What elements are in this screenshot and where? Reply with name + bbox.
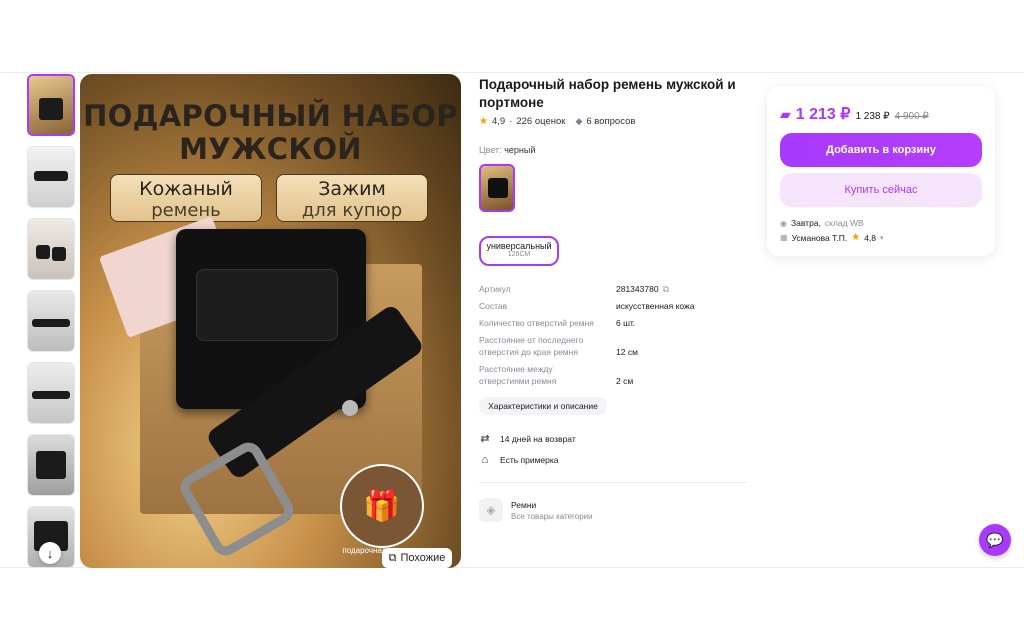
divider <box>479 482 747 483</box>
category-icon: ◈ <box>479 498 503 522</box>
rating-value: 4,9 <box>491 116 506 127</box>
size-option-sub: 126СМ <box>507 251 531 258</box>
chevron-down-icon[interactable]: ▾ <box>880 234 884 242</box>
category-link[interactable]: ◈ Ремни Все товары категории <box>479 498 593 522</box>
article-number: 281343780 <box>616 284 659 294</box>
thumbnail-3[interactable] <box>27 218 75 280</box>
category-name: Ремни <box>511 499 537 510</box>
size-option-label: универсальный <box>486 241 552 251</box>
color-swatch-black[interactable] <box>479 164 515 212</box>
image-badge-clip: Зажим для купюр <box>276 174 428 222</box>
belt-stud <box>342 400 358 416</box>
image-badge-clip-line-2: для купюр <box>301 200 403 221</box>
hanger-icon: ⌂ <box>481 454 489 466</box>
image-headline: ПОДАРОЧНЫЙ НАБОР МУЖСКОЙ <box>80 100 461 166</box>
arrow-down-icon: ↓ <box>46 545 54 561</box>
return-icon: ⇄ <box>480 433 490 445</box>
gift-icon: 🎁 <box>340 464 424 548</box>
seller-rating: 4,8 <box>864 232 877 243</box>
spec-row: Состав искусственная кожа <box>479 300 749 312</box>
thumbnail-strip[interactable] <box>27 74 75 568</box>
return-policy-text: 14 дней на возврат <box>500 433 576 444</box>
spec-row: Расстояние между отверстиями ремня 2 см <box>479 363 749 387</box>
spec-value: искусственная кожа <box>616 301 695 311</box>
similar-label: Похожие <box>400 552 446 564</box>
thumbnail-6[interactable] <box>27 434 75 496</box>
spec-value: 12 см <box>616 347 638 357</box>
spec-key: Расстояние между отверстиями ремня <box>479 364 557 386</box>
spec-row: Расстояние от последнего отверстия до кр… <box>479 334 749 358</box>
specs-table: Артикул 281343780 ⧉ Состав искусственная … <box>479 283 749 392</box>
image-badge-clip-line-1: Зажим <box>318 178 386 200</box>
color-label-value: черный <box>504 145 536 155</box>
current-price: 1 213 ₽ <box>795 106 851 123</box>
image-headline-line-2: МУЖСКОЙ <box>179 132 362 166</box>
spec-row: Количество отверстий ремня 6 шт. <box>479 317 749 329</box>
rating-separator: · <box>509 116 513 127</box>
characteristics-button[interactable]: Характеристики и описание <box>479 397 607 415</box>
spec-key: Артикул <box>479 284 511 294</box>
spec-value: 281343780 ⧉ <box>616 283 669 295</box>
similar-icon: ⧉ <box>388 551 397 564</box>
seller-name[interactable]: Усманова Т.П. <box>792 233 848 243</box>
buy-card: ▰ 1 213 ₽ 1 238 ₽ 4 900 ₽ Добавить в кор… <box>767 86 995 256</box>
spec-value: 2 см <box>616 376 634 386</box>
size-option-universal[interactable]: универсальный 126СМ <box>479 236 559 266</box>
spec-value: 6 шт. <box>616 318 636 328</box>
thumbnail-1[interactable] <box>27 74 75 136</box>
star-icon: ★ <box>479 116 488 127</box>
image-headline-line-1: ПОДАРОЧНЫЙ НАБОР <box>83 99 458 133</box>
color-label-key: Цвет: <box>479 145 502 155</box>
spec-key: Расстояние от последнего отверстия до кр… <box>479 335 584 357</box>
return-policy: ⇄ 14 дней на возврат <box>479 432 576 445</box>
star-icon: ★ <box>851 232 861 243</box>
image-badge-belt-line-1: Кожаный <box>139 178 233 200</box>
spec-row: Артикул 281343780 ⧉ <box>479 283 749 295</box>
fitting-info: ⌂ Есть примерка <box>479 454 559 466</box>
reviews-count[interactable]: 226 оценок <box>516 116 565 127</box>
chat-icon: 💬 <box>986 531 1004 548</box>
main-product-image[interactable]: ПОДАРОЧНЫЙ НАБОР МУЖСКОЙ Кожаный ремень … <box>80 74 461 568</box>
spec-key: Состав <box>479 301 508 311</box>
location-icon: ◉ <box>780 218 787 228</box>
chat-button[interactable]: 💬 <box>979 524 1011 556</box>
add-to-cart-button[interactable]: Добавить в корзину <box>780 133 982 167</box>
image-badge-belt-line-2: ремень <box>151 200 221 221</box>
question-icon: ◆ <box>575 116 583 126</box>
price-row: ▰ 1 213 ₽ 1 238 ₽ 4 900 ₽ <box>780 104 929 124</box>
thumbnails-scroll-down-button[interactable]: ↓ <box>39 542 61 564</box>
questions-count[interactable]: 6 вопросов <box>586 116 635 127</box>
color-label: Цвет: черный <box>479 145 535 155</box>
regular-price: 1 238 ₽ <box>855 111 890 122</box>
copy-icon[interactable]: ⧉ <box>663 283 669 295</box>
old-price: 4 900 ₽ <box>894 111 929 122</box>
header-divider <box>0 72 1024 73</box>
thumbnail-2[interactable] <box>27 146 75 208</box>
rating-row[interactable]: ★ 4,9 · 226 оценок ◆ 6 вопросов <box>479 116 635 127</box>
product-title: Подарочный набор ремень мужской и портмо… <box>479 77 736 110</box>
wallet-icon: ▰ <box>780 106 791 122</box>
delivery-info: ◉ Завтра, склад WB <box>780 218 864 228</box>
buy-now-button[interactable]: Купить сейчас <box>780 173 982 207</box>
spec-key: Количество отверстий ремня <box>479 318 594 328</box>
delivery-date: Завтра, <box>790 218 821 228</box>
store-icon: ▦ <box>780 233 788 242</box>
warehouse-name: склад WB <box>824 218 864 228</box>
thumbnail-5[interactable] <box>27 362 75 424</box>
thumbnail-4[interactable] <box>27 290 75 352</box>
category-all-link[interactable]: Все товары категории <box>511 512 593 521</box>
fitting-info-text: Есть примерка <box>500 455 559 465</box>
seller-info[interactable]: ▦ Усманова Т.П. ★ 4,8 ▾ <box>780 232 884 243</box>
image-badge-belt: Кожаный ремень <box>110 174 262 222</box>
similar-button[interactable]: ⧉ Похожие <box>382 548 452 568</box>
